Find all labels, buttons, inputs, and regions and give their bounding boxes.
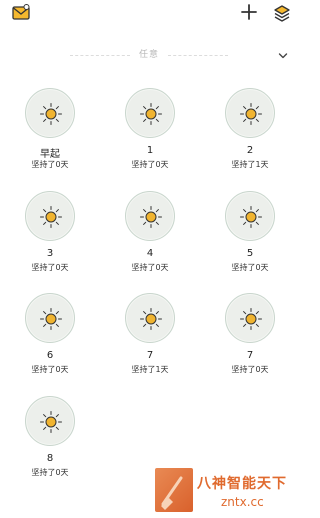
habit-checkin-button[interactable] <box>125 88 175 138</box>
habit-card[interactable]: 早起 坚持了0天 <box>10 88 90 188</box>
habit-streak: 坚持了0天 <box>231 263 269 272</box>
watermark: 八神智能天下 zntx.cc <box>153 465 297 518</box>
habit-streak: 坚持了0天 <box>31 365 69 374</box>
divider <box>70 55 130 56</box>
sun-icon <box>240 308 262 330</box>
sun-icon <box>140 103 162 125</box>
sun-icon <box>240 206 262 228</box>
habit-card[interactable]: 7 坚持了1天 <box>110 293 190 393</box>
habit-streak: 坚持了0天 <box>31 263 69 272</box>
habit-checkin-button[interactable] <box>25 88 75 138</box>
habit-name: 8 <box>46 453 54 464</box>
habit-streak: 坚持了0天 <box>131 263 169 272</box>
habit-card[interactable]: 5 坚持了0天 <box>210 191 290 291</box>
habit-checkin-button[interactable] <box>225 88 275 138</box>
watermark-title: 八神智能天下 <box>197 476 287 492</box>
sun-icon <box>40 103 62 125</box>
sun-icon <box>40 411 62 433</box>
habit-streak: 坚持了0天 <box>231 365 269 374</box>
habits-screen: 任意 早起 坚持了0天 1 坚持了0天 2 坚持了1天 3 坚持了0天 4 坚持了0天 5… <box>0 0 297 518</box>
habit-streak: 坚持了1天 <box>231 160 269 169</box>
habit-checkin-button[interactable] <box>25 396 75 446</box>
watermark-url: zntx.cc <box>221 495 264 509</box>
habit-checkin-button[interactable] <box>125 191 175 241</box>
habit-checkin-button[interactable] <box>225 293 275 343</box>
habit-card[interactable]: 4 坚持了0天 <box>110 191 190 291</box>
habit-name: 6 <box>46 350 54 361</box>
habit-checkin-button[interactable] <box>225 191 275 241</box>
habit-name: 2 <box>246 145 254 156</box>
habit-card[interactable]: 2 坚持了1天 <box>210 88 290 188</box>
sun-icon <box>40 308 62 330</box>
habit-card[interactable]: 7 坚持了0天 <box>210 293 290 393</box>
habit-name: 早起 <box>40 149 60 160</box>
filter-label[interactable]: 任意 <box>134 47 164 60</box>
divider <box>168 55 228 56</box>
mail-icon[interactable] <box>12 4 30 20</box>
habit-card[interactable]: 1 坚持了0天 <box>110 88 190 188</box>
sun-icon <box>240 103 262 125</box>
habit-name: 4 <box>146 248 154 259</box>
habit-streak: 坚持了0天 <box>31 468 69 477</box>
sun-icon <box>140 206 162 228</box>
habit-name: 7 <box>246 350 254 361</box>
habit-name: 7 <box>146 350 154 361</box>
habit-card[interactable]: 6 坚持了0天 <box>10 293 90 393</box>
layers-icon[interactable] <box>272 3 292 23</box>
habit-name: 3 <box>46 248 54 259</box>
sun-icon <box>40 206 62 228</box>
plus-icon[interactable] <box>240 3 258 21</box>
watermark-logo <box>155 468 193 512</box>
habit-streak: 坚持了1天 <box>131 365 169 374</box>
habit-streak: 坚持了0天 <box>131 160 169 169</box>
habit-streak: 坚持了0天 <box>31 160 69 169</box>
habit-checkin-button[interactable] <box>125 293 175 343</box>
habit-name: 1 <box>146 145 154 156</box>
chevron-down-icon[interactable] <box>277 50 289 62</box>
habit-card[interactable]: 3 坚持了0天 <box>10 191 90 291</box>
habit-checkin-button[interactable] <box>25 293 75 343</box>
filter-bar[interactable]: 任意 <box>0 47 297 65</box>
habit-name: 5 <box>246 248 254 259</box>
broom-icon <box>161 476 183 510</box>
habit-card[interactable]: 8 坚持了0天 <box>10 396 90 496</box>
habit-checkin-button[interactable] <box>25 191 75 241</box>
sun-icon <box>140 308 162 330</box>
